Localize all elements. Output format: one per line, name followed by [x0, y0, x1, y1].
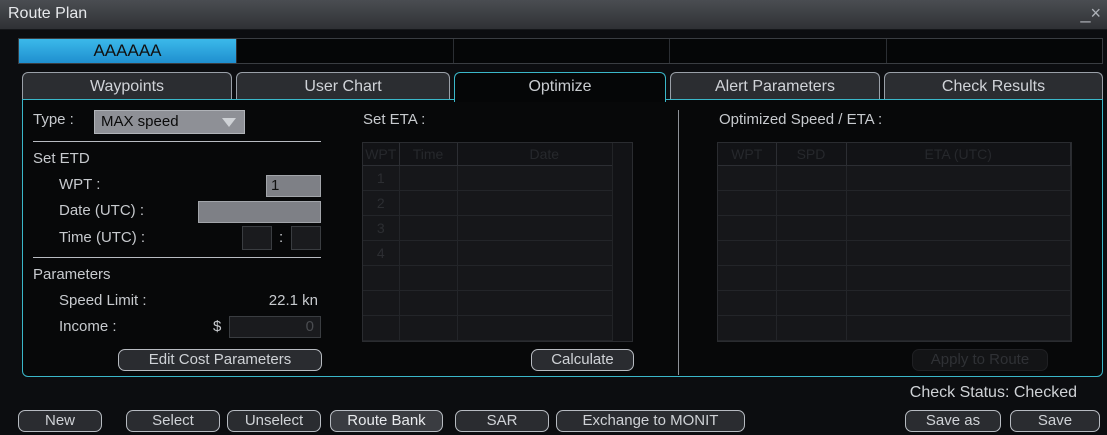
save-as-button[interactable]: Save as	[905, 410, 1001, 432]
type-dropdown[interactable]: MAX speed	[94, 110, 245, 134]
column-header: SPD	[776, 143, 847, 166]
tab-user-chart[interactable]: User Chart	[236, 72, 450, 100]
date-utc-input[interactable]	[198, 201, 321, 223]
time-hour-input[interactable]	[242, 226, 272, 250]
tab-strip: Waypoints User Chart Optimize Alert Para…	[22, 72, 1103, 102]
income-input[interactable]: 0	[229, 316, 321, 338]
chevron-down-icon	[222, 118, 236, 127]
bottom-toolbar: New Select Unselect Route Bank SAR Excha…	[0, 409, 1107, 435]
check-status: Check Status: Checked	[909, 384, 1077, 401]
tab-optimize[interactable]: Optimize	[454, 72, 666, 102]
title-bar: Route Plan _×	[0, 0, 1107, 30]
table-row[interactable]	[718, 240, 1071, 266]
table-row[interactable]	[363, 290, 632, 316]
wpt-label: WPT :	[59, 176, 101, 193]
optimized-heading: Optimized Speed / ETA :	[719, 111, 883, 128]
table-row[interactable]: 2	[363, 190, 632, 216]
route-slot[interactable]	[237, 39, 454, 63]
speed-limit-value: 22.1 kn	[268, 292, 318, 309]
column-header: Date	[457, 143, 632, 166]
route-slot-selected[interactable]: AAAAAA	[19, 39, 237, 63]
time-utc-label: Time (UTC) :	[59, 229, 146, 246]
table-row[interactable]	[718, 190, 1071, 216]
unselect-button[interactable]: Unselect	[227, 410, 321, 432]
tab-waypoints[interactable]: Waypoints	[22, 72, 232, 100]
optimized-table: WPT SPD ETA (UTC)	[717, 142, 1072, 342]
table-row[interactable]	[718, 215, 1071, 241]
column-header: Time	[399, 143, 458, 166]
column-header: WPT	[363, 143, 400, 166]
route-bar: AAAAAA	[18, 38, 1103, 64]
wpt-cell: 1	[363, 165, 400, 191]
divider	[33, 141, 321, 142]
speed-limit-label: Speed Limit :	[59, 292, 147, 309]
table-row[interactable]	[718, 265, 1071, 291]
type-label: Type :	[33, 111, 74, 128]
tab-check-results[interactable]: Check Results	[884, 72, 1103, 100]
apply-to-route-button[interactable]: Apply to Route	[912, 349, 1048, 371]
route-slot[interactable]	[886, 39, 1102, 63]
window-title: Route Plan	[8, 5, 88, 22]
table-row[interactable]: 1	[363, 165, 632, 191]
route-slot[interactable]	[453, 39, 670, 63]
parameters-heading: Parameters	[33, 266, 111, 283]
income-label: Income :	[59, 318, 117, 335]
table-row[interactable]	[363, 315, 632, 341]
table-row[interactable]: 3	[363, 215, 632, 241]
sar-button[interactable]: SAR	[455, 410, 549, 432]
wpt-cell: 4	[363, 240, 400, 266]
set-eta-table: WPT Time Date 1 2 3 4	[362, 142, 633, 342]
set-etd-heading: Set ETD	[33, 150, 90, 167]
route-bank-button[interactable]: Route Bank	[330, 410, 443, 432]
column-header: ETA (UTC)	[846, 143, 1071, 166]
table-row[interactable]	[363, 265, 632, 291]
edit-cost-parameters-button[interactable]: Edit Cost Parameters	[118, 349, 322, 371]
wpt-input[interactable]: 1	[266, 175, 321, 197]
tab-alert-parameters[interactable]: Alert Parameters	[670, 72, 880, 100]
date-utc-label: Date (UTC) :	[59, 202, 145, 219]
calculate-button[interactable]: Calculate	[531, 349, 634, 371]
set-eta-heading: Set ETA :	[363, 111, 426, 128]
scrollbar[interactable]	[612, 143, 632, 341]
time-minute-input[interactable]	[291, 226, 321, 250]
currency-symbol: $	[213, 318, 222, 335]
select-button[interactable]: Select	[126, 410, 220, 432]
new-button[interactable]: New	[18, 410, 102, 432]
table-row[interactable]	[718, 315, 1071, 341]
wpt-cell: 3	[363, 215, 400, 241]
type-value: MAX speed	[101, 113, 179, 130]
wpt-cell: 2	[363, 190, 400, 216]
divider	[678, 110, 679, 375]
exchange-to-monit-button[interactable]: Exchange to MONIT	[556, 410, 745, 432]
column-header: WPT	[718, 143, 777, 166]
table-row[interactable]	[718, 165, 1071, 191]
divider	[33, 257, 321, 258]
table-row[interactable]	[718, 290, 1071, 316]
table-row[interactable]: 4	[363, 240, 632, 266]
time-separator: :	[279, 229, 284, 246]
route-slot[interactable]	[670, 39, 887, 63]
window-controls-icon[interactable]: _×	[1080, 3, 1101, 24]
save-button[interactable]: Save	[1010, 410, 1100, 432]
optimize-panel: Type : MAX speed Set ETD WPT : 1 Date (U…	[22, 99, 1103, 377]
